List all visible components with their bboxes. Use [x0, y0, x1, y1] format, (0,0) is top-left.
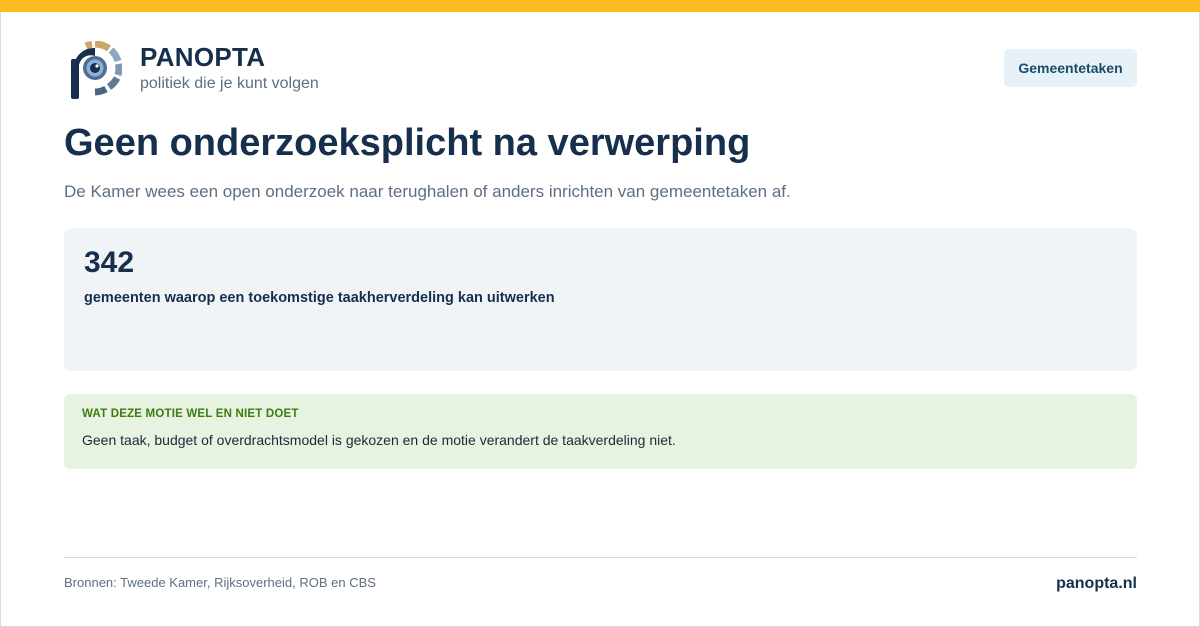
- page-subtitle: De Kamer wees een open onderzoek naar te…: [64, 182, 791, 201]
- info-heading: WAT DEZE MOTIE WEL EN NIET DOET: [82, 408, 299, 420]
- info-text: Geen taak, budget of overdrachtsmodel is…: [82, 432, 676, 448]
- footer-divider: [64, 557, 1137, 558]
- stat-card: 342 gemeenten waarop een toekomstige taa…: [64, 228, 1137, 371]
- stat-label: gemeenten waarop een toekomstige taakher…: [84, 290, 555, 306]
- motion-info-box: WAT DEZE MOTIE WEL EN NIET DOET Geen taa…: [64, 394, 1137, 469]
- stat-value: 342: [84, 246, 135, 279]
- page-title: Geen onderzoeksplicht na verwerping: [64, 122, 751, 164]
- sources-text: Bronnen: Tweede Kamer, Rijksoverheid, RO…: [64, 575, 376, 590]
- brand-tagline: politiek die je kunt volgen: [140, 75, 319, 92]
- panopta-eye-logo-icon: [71, 41, 122, 99]
- site-link[interactable]: panopta.nl: [1056, 575, 1137, 593]
- accent-bar: [0, 0, 1200, 12]
- brand-name: PANOPTA: [140, 42, 266, 72]
- topic-button[interactable]: Gemeentetaken: [1004, 49, 1137, 87]
